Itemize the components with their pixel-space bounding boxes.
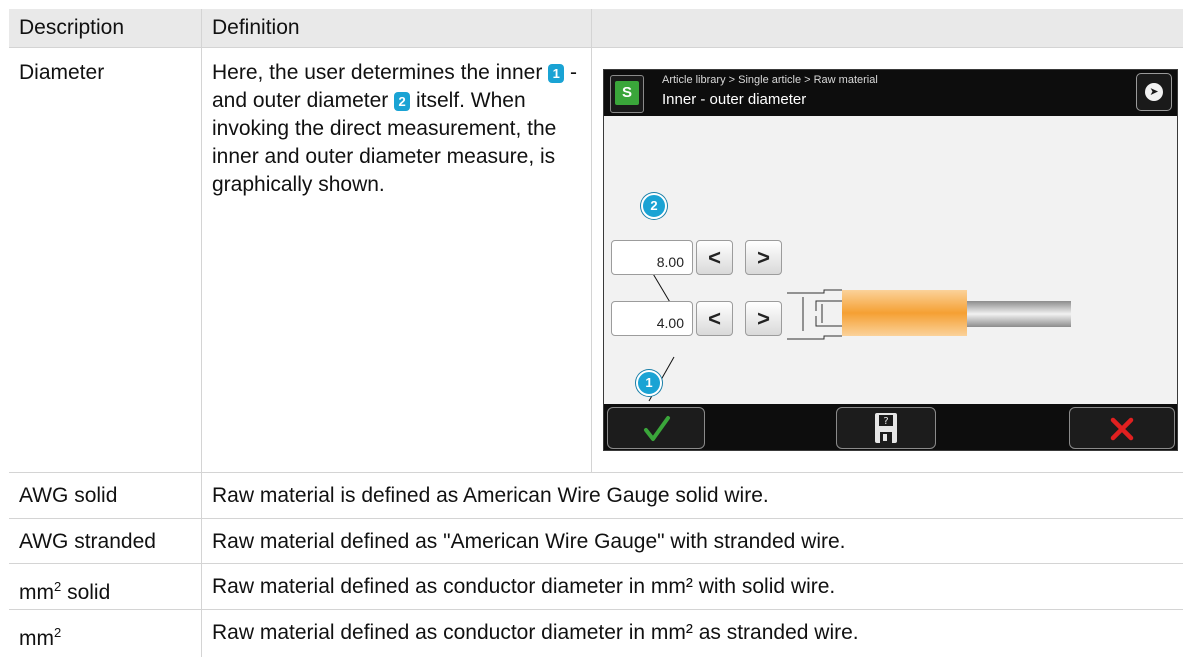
screen-title: Inner - outer diameter [662,91,807,108]
screen-header: S Article library > Single article > Raw… [604,70,1177,116]
table-row: AWG stranded Raw material defined as "Am… [9,518,1183,564]
screen-footer: ? [604,404,1177,450]
conductor-shape [967,301,1071,327]
save-button[interactable]: ? [836,407,936,449]
row-definition: Here, the user determines the inner 1 - … [212,61,578,196]
row-definition: Raw material defined as conductor diamet… [212,621,859,644]
row-description: AWG stranded [19,530,156,553]
cancel-x-icon [1110,417,1134,441]
table-row: AWG solid Raw material is defined as Ame… [9,472,1183,519]
inner-diameter-field[interactable]: 4.00 [611,301,693,336]
next-arrow-icon: ➤ [1145,83,1163,101]
marker-inner-diameter: 1 [636,370,662,396]
cancel-button[interactable] [1069,407,1175,449]
insulation-shape [842,290,967,336]
row-description: AWG solid [19,484,118,507]
row-description: Diameter [19,61,105,84]
inner-decrease-button[interactable]: < [696,301,733,336]
row-description: mm2 solid [19,579,111,604]
marker-badge-inner: 1 [548,64,565,83]
diameter-screen-image: S Article library > Single article > Raw… [603,69,1178,451]
outer-increase-button[interactable]: > [745,240,782,275]
row-definition: Raw material defined as "American Wire G… [212,530,846,553]
save-disk-icon: ? [875,413,897,443]
app-logo-icon[interactable]: S [610,75,644,113]
table-header-row: Description Definition [9,9,1183,48]
svg-text:?: ? [883,416,888,427]
marker-outer-diameter: 2 [641,193,667,219]
table-row: mm2 Raw material defined as conductor di… [9,609,1183,657]
outer-decrease-button[interactable]: < [696,240,733,275]
next-button[interactable]: ➤ [1136,73,1172,111]
row-definition: Raw material defined as conductor diamet… [212,575,836,598]
dimension-lines [787,289,842,340]
confirm-button[interactable] [607,407,705,449]
outer-diameter-field[interactable]: 8.00 [611,240,693,275]
inner-increase-button[interactable]: > [745,301,782,336]
marker-badge-outer: 2 [394,92,411,111]
row-description: mm2 [19,625,62,650]
breadcrumb: Article library > Single article > Raw m… [662,74,878,86]
row-definition: Raw material is defined as American Wire… [212,484,769,507]
header-description: Description [19,16,125,39]
header-definition: Definition [212,16,300,39]
table-row: mm2 solid Raw material defined as conduc… [9,563,1183,610]
confirm-check-icon [644,416,670,441]
